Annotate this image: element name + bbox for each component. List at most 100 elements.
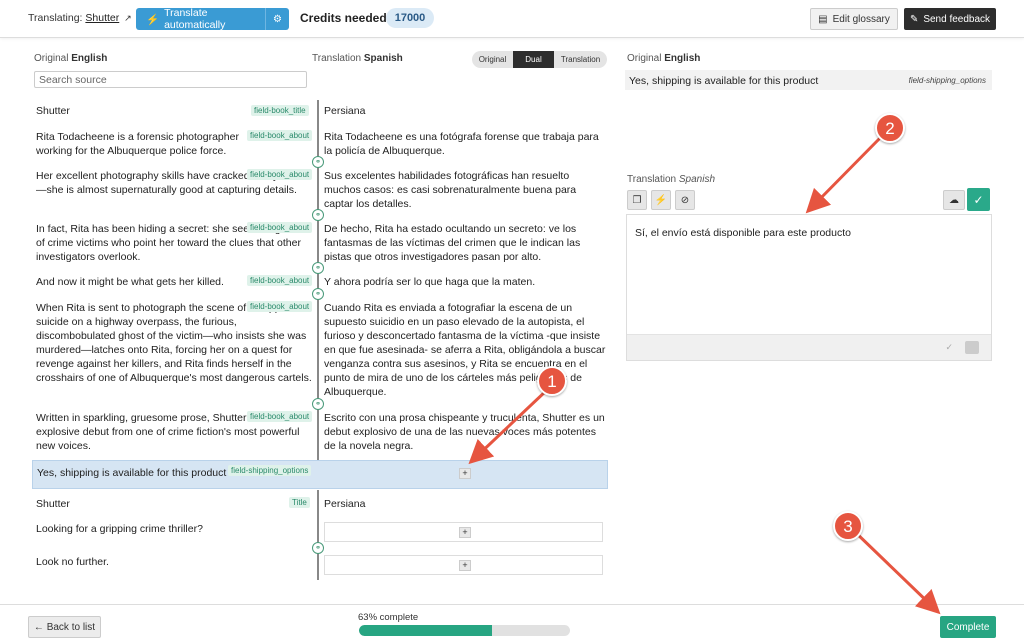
keyboard-icon[interactable] bbox=[965, 341, 979, 354]
external-link-icon[interactable]: ↗ bbox=[124, 13, 132, 23]
segment-target[interactable]: Sus excelentes habilidades fotográficas … bbox=[324, 169, 606, 211]
send-feedback-label: Send feedback bbox=[923, 13, 991, 25]
segment-row[interactable]: Her excellent photography skills have cr… bbox=[32, 169, 608, 213]
edit-glossary-label: Edit glossary bbox=[832, 13, 890, 25]
right-translation-label: Translation bbox=[627, 174, 677, 185]
search-input[interactable] bbox=[34, 71, 307, 88]
original-tag: field-shipping_options bbox=[908, 76, 986, 85]
annotation-badge-1: 1 bbox=[537, 366, 567, 396]
segment-target[interactable]: Persiana bbox=[324, 104, 606, 118]
translating-info: Translating: Shutter ↗ bbox=[28, 12, 132, 24]
segment-target[interactable]: Persiana bbox=[324, 497, 606, 511]
segment-target[interactable]: Escrito con una prosa chispeante y trucu… bbox=[324, 411, 606, 453]
segment-row[interactable]: Looking for a gripping crime thriller? + bbox=[32, 522, 608, 544]
lightning-icon: ⚡ bbox=[146, 13, 160, 26]
progress-fill bbox=[359, 625, 492, 636]
annotation-arrow-2 bbox=[805, 133, 885, 214]
translation-editor[interactable]: Sí, el envío está disponible para este p… bbox=[626, 214, 992, 361]
segment-row[interactable]: When Rita is sent to photograph the scen… bbox=[32, 301, 608, 399]
gear-icon[interactable]: ⚙ bbox=[265, 8, 289, 30]
editor-footer: ✓ bbox=[627, 334, 991, 360]
add-translation-button[interactable]: + bbox=[459, 560, 471, 571]
segment-target-empty[interactable]: + bbox=[324, 555, 603, 575]
segment-target[interactable]: Rita Todacheene es una fotógrafa forense… bbox=[324, 130, 606, 158]
segment-source: Looking for a gripping crime thriller? bbox=[36, 523, 203, 535]
translation-header-label: Translation bbox=[312, 53, 362, 64]
segment-tag: field-book_about bbox=[247, 169, 313, 180]
segment-source: When Rita is sent to photograph the scen… bbox=[36, 302, 312, 384]
segment-row[interactable]: Look no further. + bbox=[32, 555, 608, 577]
original-header-lang: English bbox=[71, 53, 108, 64]
segment-target-empty[interactable]: + bbox=[324, 522, 603, 542]
segment-tag: field-book_about bbox=[247, 222, 313, 233]
translate-automatically-button[interactable]: ⚡ Translate automatically ⚙ bbox=[136, 7, 289, 31]
add-translation-button[interactable]: + bbox=[459, 468, 471, 479]
send-feedback-button[interactable]: ✎ Send feedback bbox=[904, 8, 996, 30]
document-link[interactable]: Shutter bbox=[85, 12, 119, 24]
copy-icon[interactable]: ❐ bbox=[627, 190, 647, 210]
top-bar: Translating: Shutter ↗ ⚡ Translate automa… bbox=[0, 0, 1024, 38]
segment-tag: field-book_about bbox=[247, 301, 313, 312]
segment-tag: field-book_about bbox=[247, 411, 313, 422]
segment-source: Look no further. bbox=[36, 556, 109, 568]
progress-label: 63% complete bbox=[358, 612, 419, 623]
annotation-badge-2: 2 bbox=[875, 113, 905, 143]
glossary-icon: ▤ bbox=[818, 13, 828, 25]
view-mode-original[interactable]: Original bbox=[472, 51, 513, 68]
segment-tag: field-shipping_options bbox=[228, 465, 312, 476]
right-original-lang: English bbox=[664, 53, 701, 64]
link-icon[interactable]: ⚭ bbox=[312, 398, 324, 410]
pen-icon: ✎ bbox=[909, 13, 919, 25]
segment-tag: field-book_about bbox=[247, 275, 313, 286]
right-original-header: Original English bbox=[627, 53, 700, 64]
segment-tag: field-book_title bbox=[251, 105, 309, 116]
segment-row[interactable]: Written in sparkling, gruesome prose, Sh… bbox=[32, 411, 608, 455]
right-translation-header: Translation Spanish bbox=[627, 174, 715, 185]
segment-row[interactable]: Shutter Title Persiana bbox=[32, 497, 608, 513]
segment-target[interactable]: Y ahora podría ser lo que haga que la ma… bbox=[324, 275, 606, 289]
eye-slash-icon[interactable]: ⊘ bbox=[675, 190, 695, 210]
lightning-icon[interactable]: ⚡ bbox=[651, 190, 671, 210]
credits-badge: 17000 bbox=[386, 8, 434, 28]
original-header: Original English bbox=[34, 53, 107, 64]
complete-button[interactable]: Complete bbox=[940, 616, 996, 638]
translation-header-lang: Spanish bbox=[363, 53, 403, 64]
bottom-bar: ← Back to list 63% complete Complete bbox=[0, 604, 1024, 644]
check-icon[interactable]: ✓ bbox=[967, 188, 990, 211]
progress-bar bbox=[359, 625, 570, 636]
right-original-label: Original bbox=[627, 53, 662, 64]
view-mode-toggle[interactable]: Original Dual Translation bbox=[472, 51, 607, 68]
original-header-label: Original bbox=[34, 53, 69, 64]
spellcheck-icon[interactable]: ✓ bbox=[945, 342, 953, 353]
segment-source: Shutter bbox=[36, 498, 70, 510]
view-mode-dual[interactable]: Dual bbox=[513, 51, 554, 68]
segment-target[interactable]: De hecho, Rita ha estado ocultando un se… bbox=[324, 222, 606, 264]
annotation-arrow-3 bbox=[851, 528, 941, 615]
link-icon[interactable]: ⚭ bbox=[312, 156, 324, 168]
translation-header: Translation Spanish bbox=[312, 53, 403, 64]
link-icon[interactable]: ⚭ bbox=[312, 542, 324, 554]
segment-tag: field-book_about bbox=[247, 130, 313, 141]
link-icon[interactable]: ⚭ bbox=[312, 262, 324, 274]
translating-label: Translating: bbox=[28, 12, 83, 24]
annotation-badge-3: 3 bbox=[833, 511, 863, 541]
segment-tag: Title bbox=[289, 497, 310, 508]
segment-target-empty[interactable]: + bbox=[325, 464, 604, 484]
back-to-list-button[interactable]: ← Back to list bbox=[28, 616, 101, 638]
right-translation-lang: Spanish bbox=[678, 174, 716, 185]
edit-glossary-button[interactable]: ▤ Edit glossary bbox=[810, 8, 898, 30]
link-icon[interactable]: ⚭ bbox=[312, 209, 324, 221]
segment-source: Rita Todacheene is a forensic photograph… bbox=[36, 131, 239, 157]
link-icon[interactable]: ⚭ bbox=[312, 288, 324, 300]
original-text: Yes, shipping is available for this prod… bbox=[629, 75, 819, 87]
cloud-upload-icon[interactable]: ☁ bbox=[943, 190, 965, 210]
segment-row[interactable]: Shutter field-book_title Persiana bbox=[32, 104, 608, 124]
translation-text[interactable]: Sí, el envío está disponible para este p… bbox=[635, 227, 851, 239]
add-translation-button[interactable]: + bbox=[459, 527, 471, 538]
view-mode-translation[interactable]: Translation bbox=[554, 51, 607, 68]
segment-row[interactable]: In fact, Rita has been hiding a secret: … bbox=[32, 222, 608, 266]
segment-row-active[interactable]: Yes, shipping is available for this prod… bbox=[32, 460, 608, 489]
original-text-box: Yes, shipping is available for this prod… bbox=[625, 70, 992, 90]
credits-label: Credits needed bbox=[300, 11, 387, 25]
translate-automatically-label: Translate automatically bbox=[164, 7, 226, 31]
